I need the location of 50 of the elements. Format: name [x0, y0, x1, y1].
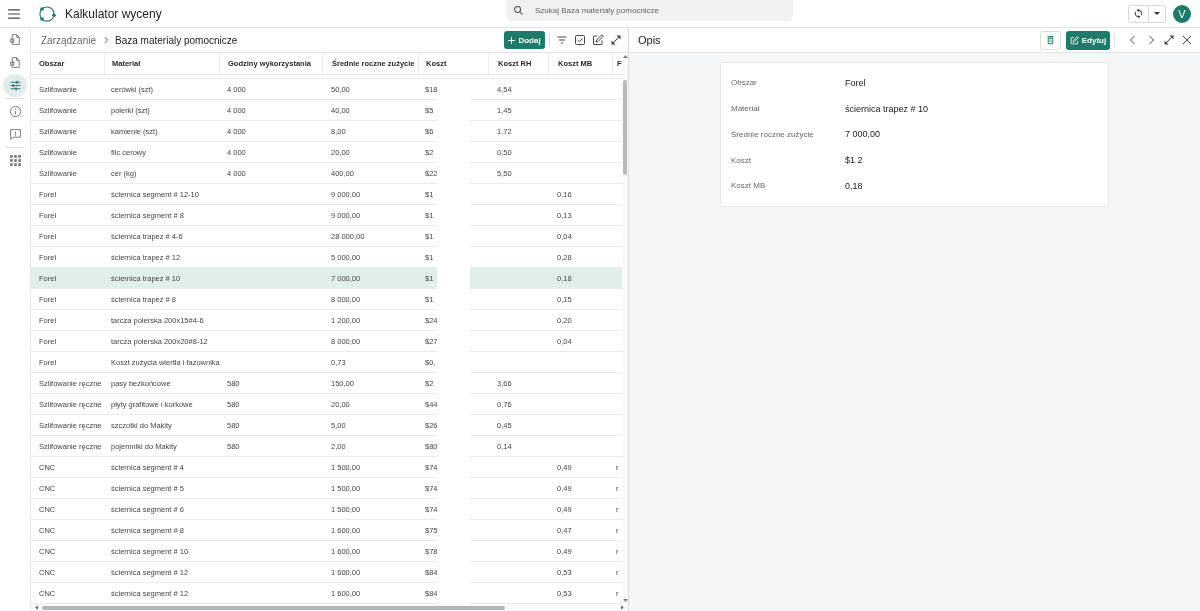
user-avatar[interactable]: V — [1173, 4, 1191, 23]
document-icon — [8, 33, 22, 46]
apps-grid-icon — [8, 154, 22, 167]
scrollbar-thumb[interactable] — [623, 80, 627, 175]
field-value: 0,18 — [845, 180, 863, 191]
search-field[interactable]: Szukaj Baza materialy pomocnicze — [506, 0, 793, 21]
expand-icon[interactable] — [610, 34, 622, 46]
scrollbar-thumb[interactable] — [42, 605, 505, 610]
triangle-down-icon[interactable] — [622, 599, 628, 602]
filter-icon[interactable] — [556, 34, 568, 46]
field-value: Forel — [845, 77, 866, 88]
vertical-scrollbar[interactable] — [622, 53, 628, 604]
field-value: 7 000,00 — [845, 129, 881, 140]
menu-icon[interactable] — [8, 8, 20, 19]
edit-button[interactable]: Edytuj — [1066, 30, 1110, 50]
delete-button[interactable] — [1040, 30, 1061, 50]
triangle-up-icon[interactable] — [622, 55, 628, 58]
triangle-left-icon[interactable] — [35, 605, 38, 610]
edit-icon — [1069, 35, 1079, 45]
sliders-icon — [8, 79, 22, 92]
field-label: Materiał — [731, 104, 761, 114]
document-icon — [8, 56, 22, 69]
horizontal-scrollbar[interactable] — [31, 604, 628, 611]
feedback-icon — [8, 128, 22, 141]
ring-logo-icon — [37, 3, 57, 24]
edit-icon[interactable] — [592, 34, 604, 46]
chevron-right-icon — [104, 36, 110, 44]
app-title: Kalkulator wyceny — [65, 6, 162, 21]
breadcrumb-link[interactable]: Zarządzanie — [41, 34, 97, 46]
field-label: Obszar — [731, 78, 758, 88]
caret-down-icon — [1154, 12, 1160, 15]
field-label: Koszt — [731, 155, 752, 165]
sidebar-item[interactable] — [3, 74, 27, 97]
sync-button[interactable] — [1128, 4, 1149, 23]
page-title: Baza materialy pomocnicze — [115, 34, 238, 46]
add-button[interactable]: Dodaj — [504, 31, 545, 49]
triangle-right-icon[interactable] — [621, 605, 624, 610]
field-label: Koszt MB — [731, 181, 767, 191]
panel-title: Opis — [638, 34, 661, 46]
close-icon[interactable] — [1181, 34, 1193, 46]
expand-icon[interactable] — [1163, 34, 1175, 46]
checkbox-icon[interactable] — [574, 34, 586, 46]
field-value: $1 2 — [845, 155, 863, 166]
plus-icon — [508, 36, 516, 44]
field-label: Średnie roczne zużycie — [731, 129, 815, 139]
trash-icon — [1045, 34, 1056, 46]
search-icon — [513, 5, 524, 16]
sync-icon — [1133, 8, 1144, 19]
field-value: ściernica trapez # 10 — [845, 103, 929, 114]
info-icon — [8, 105, 22, 118]
